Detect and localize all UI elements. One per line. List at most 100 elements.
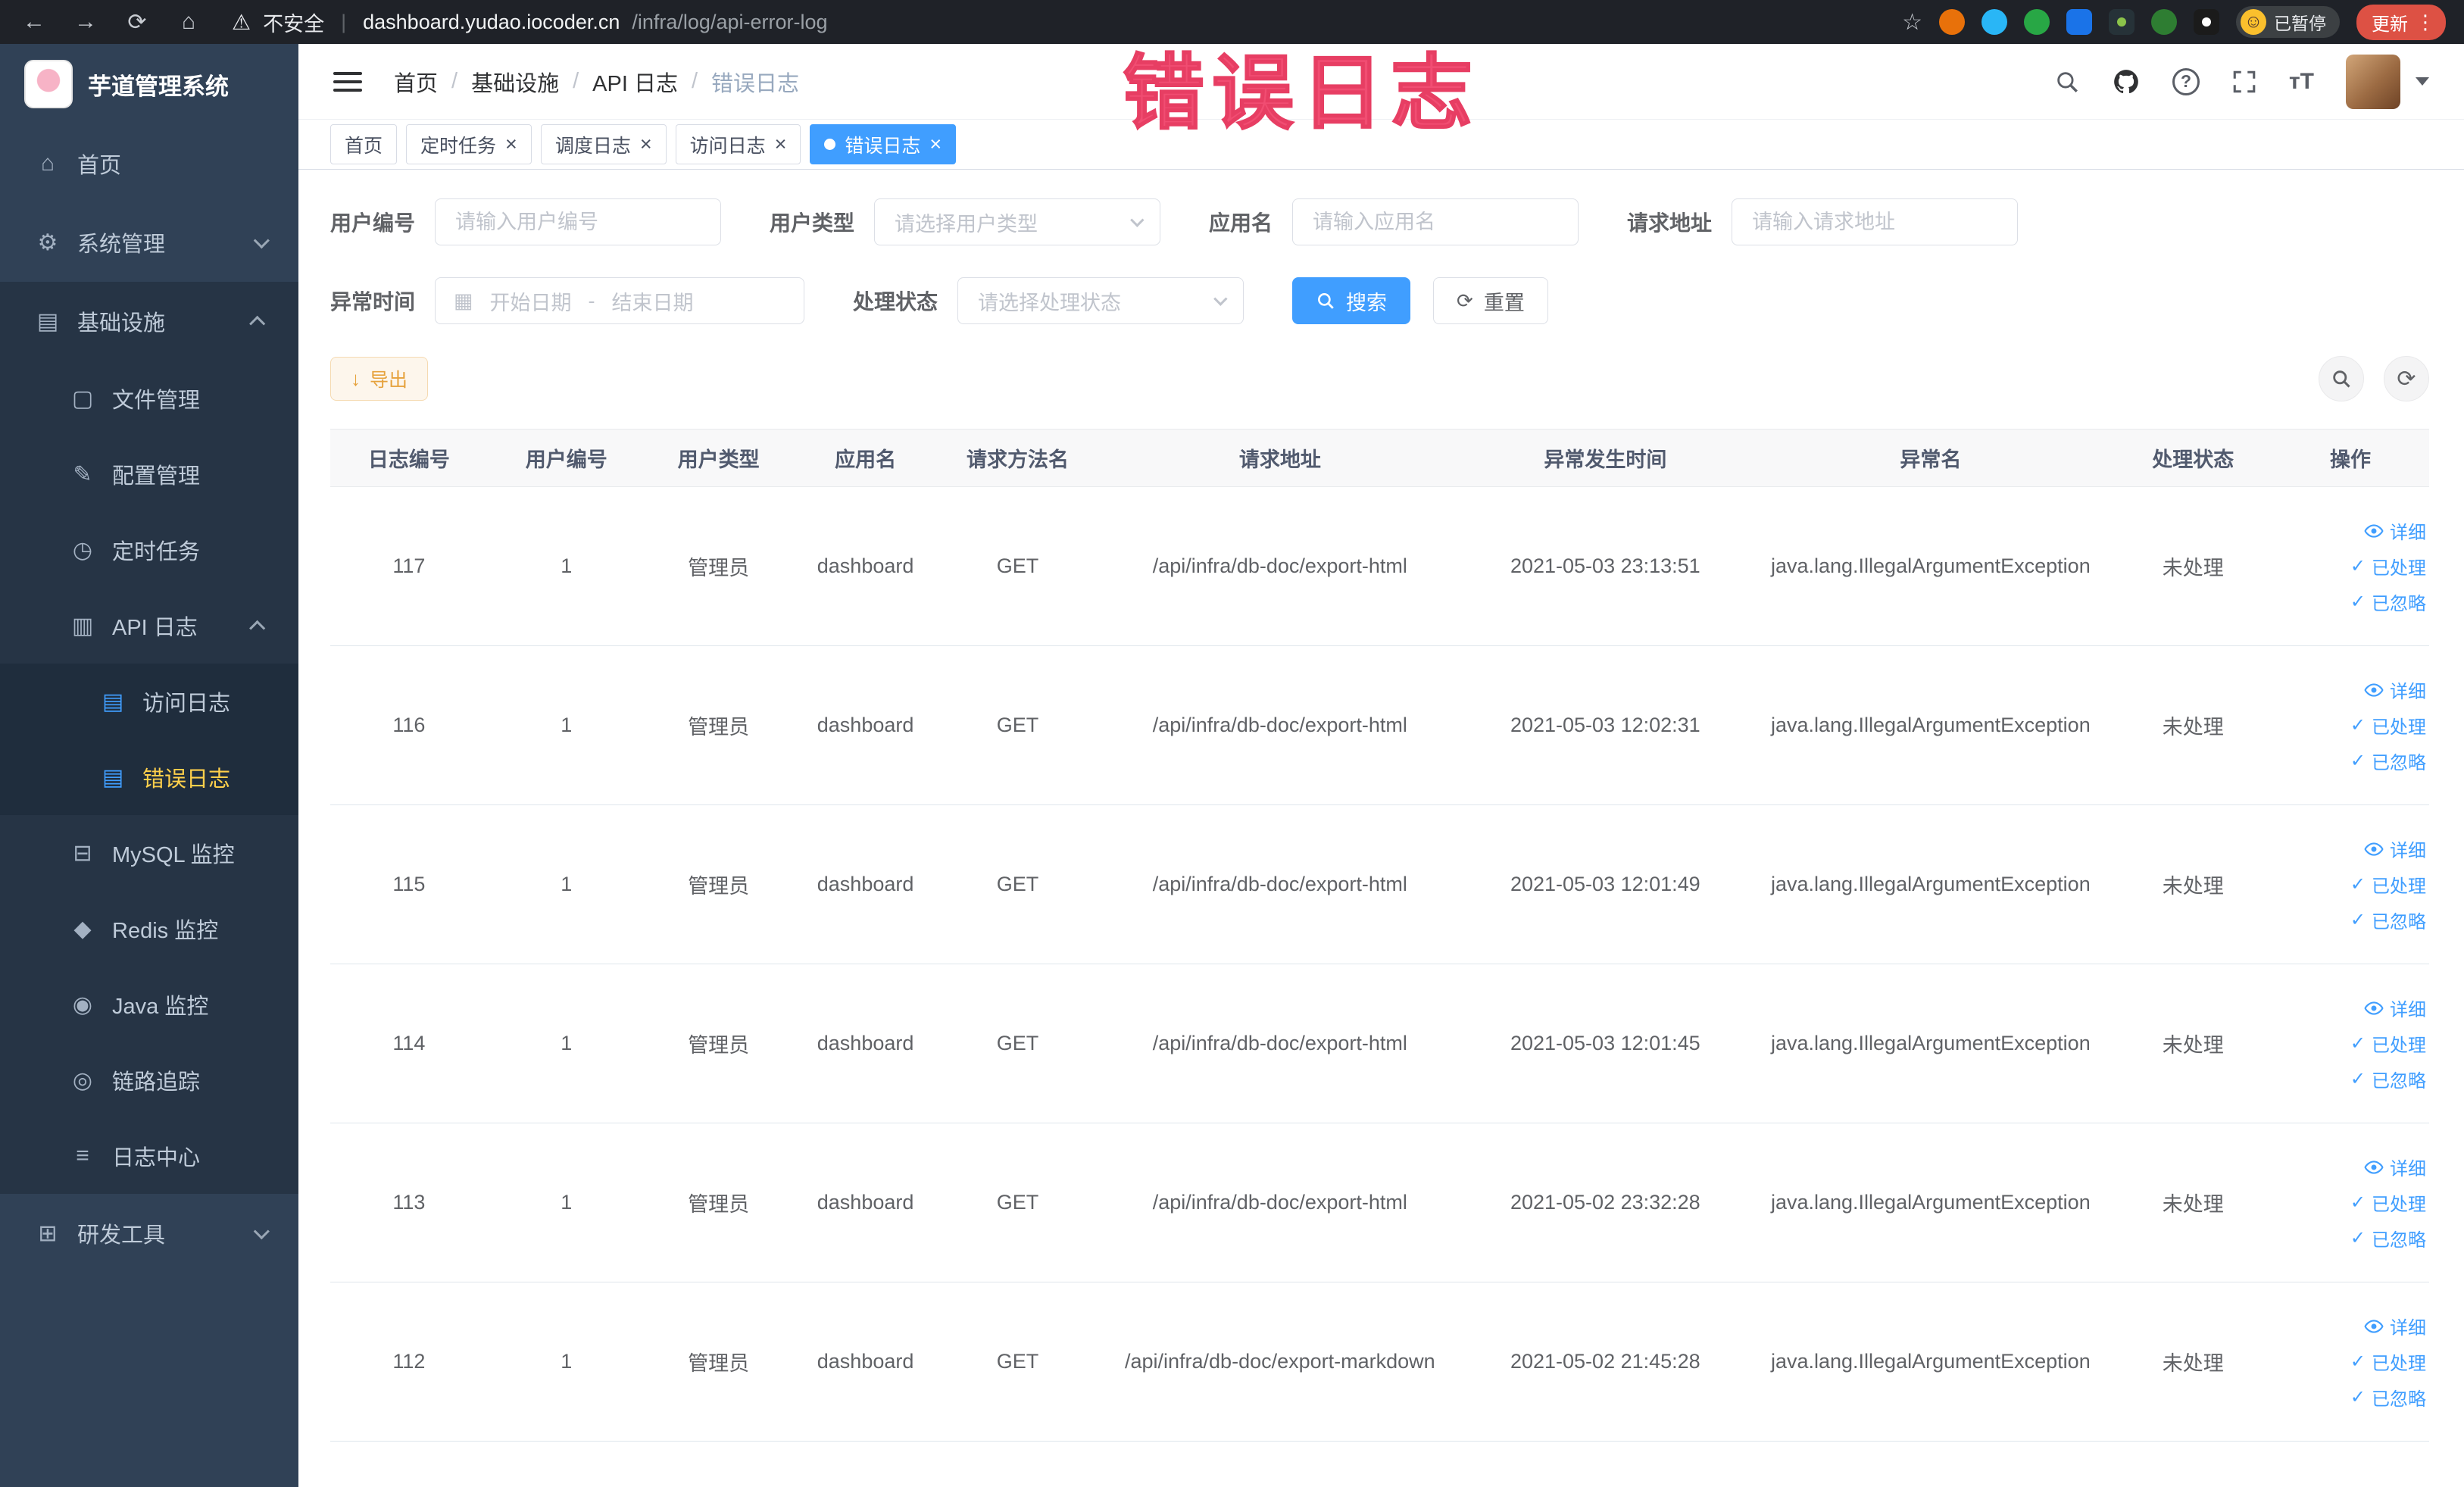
extension-icon[interactable]	[2109, 9, 2135, 35]
detail-link[interactable]: 详细	[2364, 1154, 2426, 1180]
sidebar-item[interactable]: ▤ 访问日志	[0, 664, 298, 739]
breadcrumb-item[interactable]: 首页	[394, 66, 438, 98]
mark-processed-link[interactable]: ✓ 已处理	[2350, 1030, 2426, 1057]
search-icon[interactable]	[2054, 69, 2080, 95]
user-id-input[interactable]	[435, 198, 722, 245]
mark-processed-link[interactable]: ✓ 已处理	[2350, 1189, 2426, 1216]
mark-processed-link[interactable]: ✓ 已处理	[2350, 871, 2426, 898]
filter-row-1: 用户编号 用户类型 请选择用户类型 应用名 请求地址	[330, 198, 2429, 245]
home-icon[interactable]: ⌂	[173, 9, 205, 35]
sidebar-item[interactable]: ▤ 基础设施	[0, 282, 298, 361]
back-icon[interactable]: ←	[18, 9, 50, 35]
refresh-table-button[interactable]: ⟳	[2384, 356, 2429, 401]
font-size-icon[interactable]: тT	[2289, 69, 2314, 95]
sidebar-item[interactable]: ✎ 配置管理	[0, 436, 298, 512]
mark-ignored-link[interactable]: ✓ 已忽略	[2350, 748, 2426, 774]
view-tab[interactable]: 调度日志 ×	[540, 124, 667, 164]
reset-button[interactable]: ⟳ 重置	[1433, 277, 1548, 324]
sidebar-item[interactable]: ▥ API 日志	[0, 588, 298, 664]
export-button[interactable]: ↓ 导出	[330, 357, 429, 401]
mark-processed-link[interactable]: ✓ 已处理	[2350, 1348, 2426, 1375]
filter-label: 用户编号	[330, 211, 416, 235]
detail-link[interactable]: 详细	[2364, 676, 2426, 703]
breadcrumb-separator: /	[573, 69, 579, 93]
search-button[interactable]: 搜索	[1292, 277, 1411, 324]
cell-url: /api/infra/db-doc/export-html	[1096, 645, 1464, 805]
sidebar-item[interactable]: ⊟ MySQL 监控	[0, 815, 298, 891]
close-icon[interactable]: ×	[929, 134, 942, 155]
sidebar-item[interactable]: ▤ 错误日志	[0, 739, 298, 815]
reload-icon[interactable]: ⟳	[121, 9, 153, 36]
chevron-down-icon	[1130, 212, 1145, 227]
extension-icon[interactable]	[2066, 9, 2092, 35]
mark-processed-link[interactable]: ✓ 已处理	[2350, 712, 2426, 739]
table-header-row: 日志编号 用户编号 用户类型 应用名 请求方法名 请求地址 异常发生时间 异常名 处理状态 操作	[330, 429, 2429, 487]
cell-time: 2021-05-03 12:01:49	[1463, 804, 1747, 964]
github-icon[interactable]	[2112, 67, 2141, 96]
close-icon[interactable]: ×	[775, 134, 787, 155]
gear-icon: ⚙	[37, 230, 58, 255]
menu-fold-icon[interactable]	[329, 67, 367, 96]
app-name-input[interactable]	[1292, 198, 1579, 245]
cell-url: /api/infra/db-doc/export-html	[1096, 486, 1464, 646]
cell-url: /api/infra/db-doc/export-html	[1096, 804, 1464, 964]
chrome-update-button[interactable]: 更新 ⋮	[2356, 4, 2446, 40]
cell-actions: 详细 ✓ 已处理 ✓ 已忽略	[2272, 804, 2429, 964]
cell-user-id: 1	[487, 1123, 645, 1282]
detail-link[interactable]: 详细	[2364, 517, 2426, 544]
user-avatar[interactable]	[2346, 54, 2400, 109]
sidebar-item[interactable]: ◷ 定时任务	[0, 512, 298, 588]
address-bar[interactable]: ⚠ 不安全 | dashboard.yudao.iocoder.cn/infra…	[232, 8, 828, 37]
chevron-down-icon	[253, 232, 270, 248]
mark-ignored-link[interactable]: ✓ 已忽略	[2350, 1225, 2426, 1251]
sidebar-item[interactable]: ⌂ 首页	[0, 124, 298, 203]
forward-icon[interactable]: →	[70, 9, 101, 35]
bookmark-star-icon[interactable]: ☆	[1902, 9, 1922, 36]
extension-icon[interactable]	[1939, 9, 1965, 35]
view-tab[interactable]: 定时任务 ×	[406, 124, 532, 164]
chevron-down-icon[interactable]	[2416, 77, 2429, 86]
breadcrumb-item: 错误日志	[711, 71, 800, 96]
close-icon[interactable]: ×	[640, 134, 652, 155]
sidebar-item[interactable]: ⊞ 研发工具	[0, 1194, 298, 1273]
mark-ignored-link[interactable]: ✓ 已忽略	[2350, 589, 2426, 615]
extension-icon[interactable]	[2151, 9, 2177, 35]
mark-processed-link[interactable]: ✓ 已处理	[2350, 553, 2426, 579]
user-type-select[interactable]: 请选择用户类型	[874, 198, 1161, 245]
logo-row[interactable]: 芋道管理系统	[0, 44, 298, 124]
sidebar-item[interactable]: ▢ 文件管理	[0, 361, 298, 436]
sidebar-item[interactable]: ◎ 链路追踪	[0, 1042, 298, 1118]
date-range-picker[interactable]: ▦ 开始日期 - 结束日期	[435, 277, 805, 324]
detail-link[interactable]: 详细	[2364, 1313, 2426, 1339]
toggle-search-button[interactable]	[2319, 356, 2364, 401]
mark-ignored-link[interactable]: ✓ 已忽略	[2350, 1066, 2426, 1092]
breadcrumb-item[interactable]: 基础设施	[471, 66, 559, 98]
view-tab-label: 错误日志	[845, 135, 921, 157]
filter-label: 请求地址	[1627, 211, 1713, 235]
mark-ignored-link[interactable]: ✓ 已忽略	[2350, 907, 2426, 933]
fullscreen-icon[interactable]	[2231, 69, 2257, 95]
view-tab[interactable]: 访问日志 ×	[675, 124, 801, 164]
extension-icon[interactable]	[2194, 9, 2219, 35]
detail-link[interactable]: 详细	[2364, 836, 2426, 862]
close-icon[interactable]: ×	[505, 134, 517, 155]
sidebar-item[interactable]: ⚙ 系统管理	[0, 203, 298, 282]
sidebar-item[interactable]: ≡ 日志中心	[0, 1118, 298, 1194]
extension-icon[interactable]	[1982, 9, 2007, 35]
request-url-input[interactable]	[1732, 198, 2019, 245]
cell-user-id: 1	[487, 486, 645, 646]
cell-method: GET	[938, 486, 1097, 646]
breadcrumb-item[interactable]: API 日志	[592, 66, 678, 98]
view-tab[interactable]: 首页	[330, 124, 398, 164]
view-tab[interactable]: 错误日志 ×	[810, 124, 957, 164]
mark-ignored-link[interactable]: ✓ 已忽略	[2350, 1384, 2426, 1410]
sidebar-item[interactable]: ◆ Redis 监控	[0, 891, 298, 967]
detail-link[interactable]: 详细	[2364, 995, 2426, 1021]
sidebar-item[interactable]: ◉ Java 监控	[0, 967, 298, 1042]
paused-extension-badge[interactable]: ☺ 已暂停	[2236, 6, 2340, 38]
extension-icon[interactable]	[2024, 9, 2050, 35]
process-status-select[interactable]: 请选择处理状态	[957, 277, 1244, 324]
cell-app-name: dashboard	[792, 964, 939, 1123]
help-icon[interactable]: ?	[2172, 67, 2200, 95]
cell-status: 未处理	[2114, 486, 2272, 646]
